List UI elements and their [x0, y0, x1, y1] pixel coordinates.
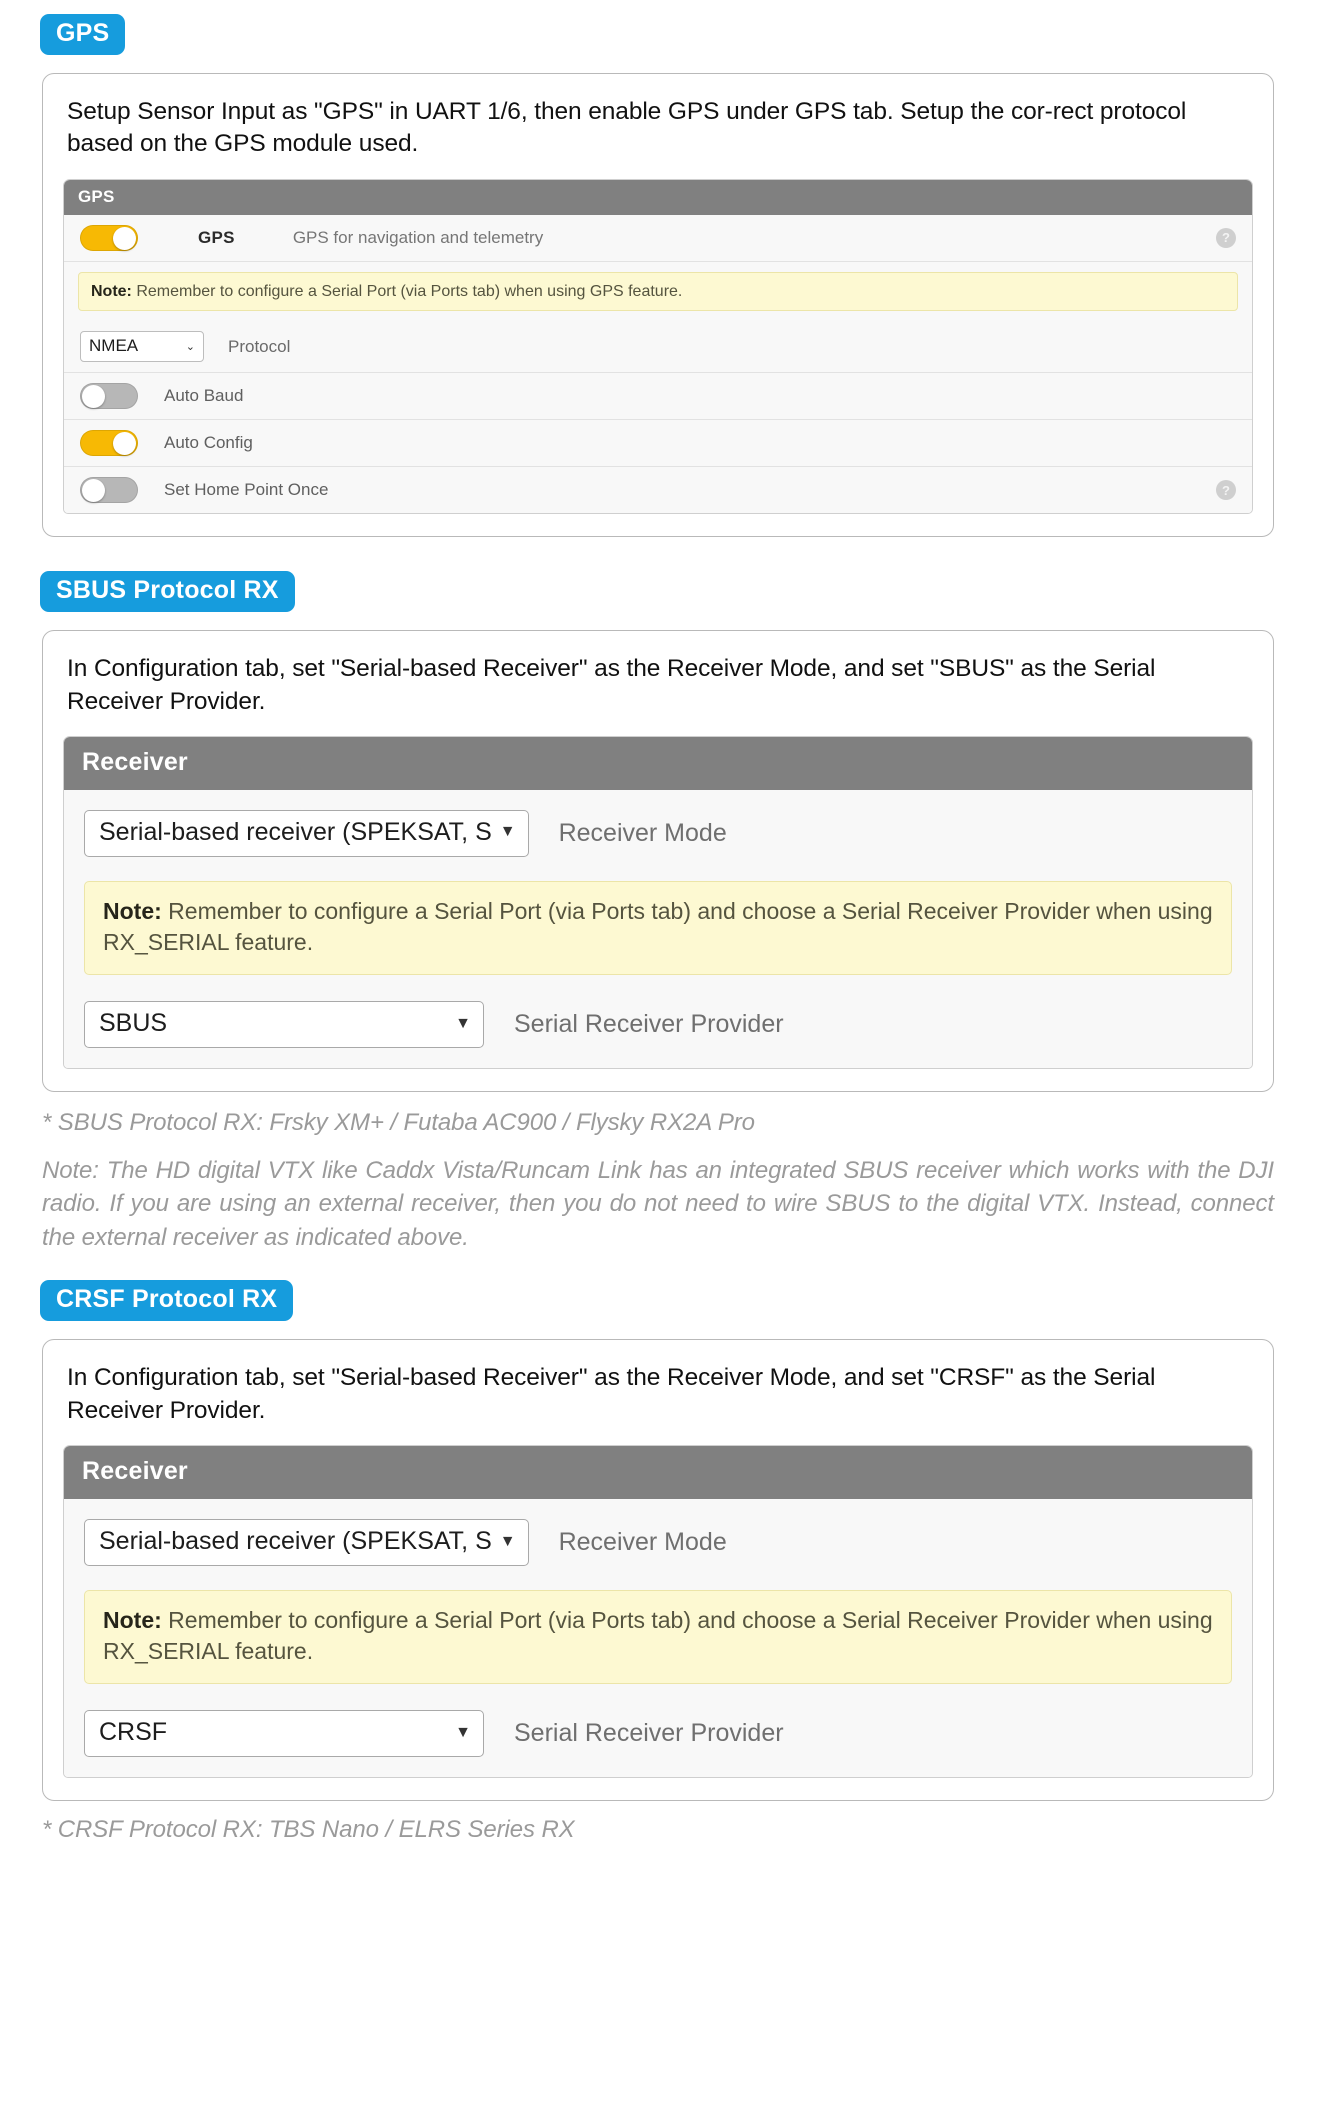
spacer-gps-sbus [0, 537, 1320, 571]
toggle-knob [82, 385, 105, 409]
section-badge-sbus: SBUS Protocol RX [40, 571, 295, 613]
help-icon[interactable]: ? [1216, 480, 1236, 501]
gps-auto-config-row: Auto Config [64, 420, 1252, 468]
gps-card: Setup Sensor Input as "GPS" in UART 1/6,… [42, 73, 1274, 538]
gps-note-text: Remember to configure a Serial Port (via… [131, 282, 683, 300]
sbus-receiver-panel: Receiver Serial-based receiver (SPEKSAT,… [63, 735, 1253, 1069]
sbus-provider-select[interactable]: SBUS ▼ [84, 1001, 484, 1048]
sbus-panel-body: Serial-based receiver (SPEKSAT, S ▼ Rece… [64, 789, 1252, 1068]
gps-auto-config-label: Auto Config [164, 433, 253, 453]
crsf-panel-header: Receiver [64, 1446, 1252, 1500]
crsf-intro-text: In Configuration tab, set "Serial-based … [67, 1364, 1156, 1424]
spacer-sbus-crsf [0, 1254, 1320, 1280]
crsf-provider-select[interactable]: CRSF ▼ [84, 1710, 484, 1758]
crsf-receiver-mode-select[interactable]: Serial-based receiver (SPEKSAT, S ▼ [84, 1519, 529, 1567]
toggle-knob [113, 226, 136, 250]
gps-enable-toggle[interactable] [80, 224, 138, 251]
gps-protocol-value: NMEA [89, 336, 139, 356]
sbus-note-text: Remember to configure a Serial Port (via… [103, 897, 1213, 955]
crsf-provider-label: Serial Receiver Provider [514, 1719, 784, 1748]
sbus-provider-label: Serial Receiver Provider [514, 1010, 784, 1038]
crsf-footnote-1: * CRSF Protocol RX: TBS Nano / ELRS Seri… [42, 1816, 575, 1844]
crsf-receiver-mode-label: Receiver Mode [558, 1528, 727, 1557]
section-badge-gps-wrap: GPS [40, 14, 1320, 55]
top-spacer [0, 0, 1320, 14]
crsf-note-box: Note: Remember to configure a Serial Por… [84, 1590, 1232, 1685]
sbus-provider-value: SBUS [99, 1009, 168, 1037]
gps-enable-description: GPS for navigation and telemetry [292, 227, 544, 247]
gps-enable-row: GPS GPS for navigation and telemetry ? [64, 215, 1252, 262]
sbus-note-box: Note: Remember to configure a Serial Por… [84, 880, 1232, 975]
gps-protocol-row: NMEA ⌄ Protocol [64, 321, 1252, 374]
sbus-intro-text: In Configuration tab, set "Serial-based … [67, 655, 1156, 715]
gps-panel: GPS GPS GPS for navigation and telemetry… [63, 178, 1253, 515]
gps-enable-label: GPS [198, 227, 235, 247]
gps-panel-header: GPS [64, 179, 1252, 215]
sbus-receiver-mode-row: Serial-based receiver (SPEKSAT, S ▼ Rece… [64, 796, 1252, 865]
crsf-note-label: Note: [103, 1607, 162, 1634]
gps-auto-config-toggle[interactable] [80, 430, 138, 457]
sbus-panel-header: Receiver [64, 736, 1252, 790]
gps-note-box: Note: Remember to configure a Serial Por… [78, 271, 1238, 312]
crsf-panel-body: Serial-based receiver (SPEKSAT, S ▼ Rece… [64, 1499, 1252, 1778]
chevron-down-icon: ⌄ [185, 340, 195, 353]
gps-auto-baud-toggle[interactable] [80, 383, 138, 410]
toggle-knob [113, 432, 136, 456]
crsf-card: In Configuration tab, set "Serial-based … [42, 1339, 1274, 1802]
gps-auto-baud-label: Auto Baud [164, 386, 244, 406]
sbus-footnote-2: Note: The HD digital VTX like Caddx Vist… [42, 1156, 1274, 1251]
crsf-provider-value: CRSF [99, 1718, 168, 1747]
crsf-provider-row: CRSF ▼ Serial Receiver Provider [64, 1702, 1252, 1763]
sbus-note-label: Note: [103, 897, 162, 924]
gps-intro-text: Setup Sensor Input as "GPS" in UART 1/6,… [67, 98, 1187, 158]
crsf-receiver-mode-value: Serial-based receiver (SPEKSAT, S [99, 1527, 492, 1556]
sbus-provider-row: SBUS ▼ Serial Receiver Provider [64, 993, 1252, 1054]
crsf-receiver-panel: Receiver Serial-based receiver (SPEKSAT,… [63, 1445, 1253, 1779]
section-badge-crsf-wrap: CRSF Protocol RX [40, 1280, 1320, 1322]
chevron-down-icon: ▼ [455, 1723, 471, 1741]
section-badge-sbus-wrap: SBUS Protocol RX [40, 571, 1320, 613]
section-badge-crsf: CRSF Protocol RX [40, 1280, 294, 1322]
help-icon[interactable]: ? [1216, 227, 1236, 248]
sbus-receiver-mode-label: Receiver Mode [558, 818, 727, 847]
chevron-down-icon: ▼ [499, 1532, 516, 1550]
gps-set-home-label: Set Home Point Once [164, 480, 329, 500]
sbus-card: In Configuration tab, set "Serial-based … [42, 630, 1274, 1092]
page-root: GPS Setup Sensor Input as "GPS" in UART … [0, 0, 1320, 1847]
gps-note-label: Note: [91, 282, 132, 300]
chevron-down-icon: ▼ [455, 1014, 471, 1032]
gps-panel-body: GPS GPS for navigation and telemetry ? N… [64, 214, 1252, 514]
crsf-note-text: Remember to configure a Serial Port (via… [103, 1607, 1213, 1665]
gps-protocol-select[interactable]: NMEA ⌄ [80, 331, 204, 363]
crsf-receiver-mode-row: Serial-based receiver (SPEKSAT, S ▼ Rece… [64, 1505, 1252, 1574]
gps-auto-baud-row: Auto Baud [64, 373, 1252, 421]
sbus-footnote-1: * SBUS Protocol RX: Frsky XM+ / Futaba A… [42, 1109, 755, 1136]
toggle-knob [82, 479, 105, 503]
gps-set-home-row: Set Home Point Once ? [64, 467, 1252, 513]
gps-protocol-label: Protocol [228, 336, 291, 356]
sbus-receiver-mode-select[interactable]: Serial-based receiver (SPEKSAT, S ▼ [84, 809, 529, 857]
sbus-receiver-mode-value: Serial-based receiver (SPEKSAT, S [99, 817, 492, 846]
gps-set-home-toggle[interactable] [80, 477, 138, 504]
chevron-down-icon: ▼ [499, 823, 516, 841]
section-badge-gps: GPS [40, 14, 126, 55]
